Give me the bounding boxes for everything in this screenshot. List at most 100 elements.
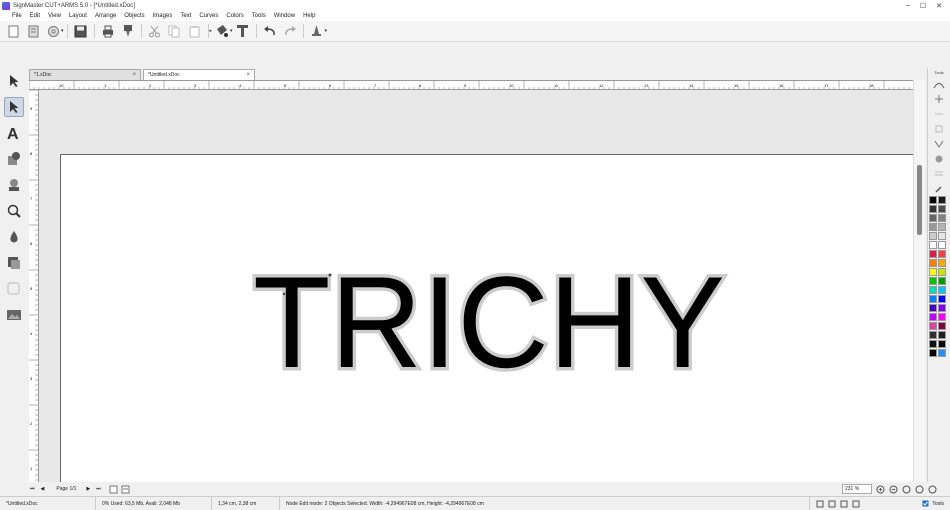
guides-icon[interactable] [840,500,848,508]
weed-tool-button[interactable] [4,253,24,273]
node-delete-button[interactable] [932,108,946,120]
text-tool-button[interactable] [235,23,251,39]
bell-dropdown-icon[interactable]: ▾ [325,28,328,34]
shapes-tool-button[interactable] [4,149,24,169]
alert-button[interactable] [309,23,325,39]
vertical-scrollbar[interactable] [913,80,925,482]
menu-colors[interactable]: Colors [226,13,243,19]
menu-edit[interactable]: Edit [30,13,40,19]
color-swatch[interactable] [929,295,937,303]
color-swatch[interactable] [938,232,946,240]
vertical-scroll-thumb[interactable] [917,165,922,235]
color-swatch[interactable] [938,268,946,276]
smooth-node-button[interactable] [932,123,946,135]
tools-toggle[interactable]: Tools [916,497,950,510]
open-button[interactable] [45,23,61,39]
zoom-page-icon[interactable] [915,485,924,494]
selection-node[interactable] [328,273,332,277]
zoom-selection-icon[interactable] [928,485,937,494]
color-swatch[interactable] [929,259,937,267]
zoom-tool-button[interactable] [4,201,24,221]
color-swatch[interactable] [929,223,937,231]
cut-output-button[interactable] [120,23,136,39]
trichy-text-object[interactable]: TRICHY [250,246,729,399]
color-swatch[interactable] [929,277,937,285]
minimize-button[interactable]: – [906,2,910,10]
fill-button[interactable] [214,23,230,39]
node-add-button[interactable] [932,93,946,105]
color-swatch[interactable] [938,214,946,222]
add-page-icon[interactable] [109,485,118,494]
color-swatch[interactable] [929,340,937,348]
save-button[interactable] [73,23,89,39]
menu-images[interactable]: Images [153,13,173,19]
menu-help[interactable]: Help [303,13,315,19]
color-swatch[interactable] [938,313,946,321]
color-swatch[interactable] [929,322,937,330]
color-swatch[interactable] [929,214,937,222]
color-swatch[interactable] [929,331,937,339]
color-swatch[interactable] [938,205,946,213]
grid-icon[interactable] [828,500,836,508]
cut-button[interactable] [147,23,163,39]
maximize-button[interactable]: ☐ [920,2,926,10]
first-page-button[interactable]: ⏮ [30,486,35,492]
color-swatch[interactable] [938,277,946,285]
color-swatch[interactable] [938,223,946,231]
color-swatch[interactable] [938,286,946,294]
open-dropdown-icon[interactable]: ▾ [61,28,64,34]
new-file-button[interactable] [5,23,21,39]
color-swatch[interactable] [929,304,937,312]
print-button[interactable] [100,23,116,39]
menu-curves[interactable]: Curves [199,13,218,19]
dropper-button[interactable] [932,183,946,195]
redo-button[interactable] [282,23,298,39]
zoom-fit-icon[interactable] [902,485,911,494]
color-swatch[interactable] [929,250,937,258]
color-swatch[interactable] [929,196,937,204]
color-swatch[interactable] [938,304,946,312]
color-swatch[interactable] [929,241,937,249]
zoom-in-icon[interactable] [876,485,885,494]
design-tool-button[interactable] [4,175,24,195]
tab-close-icon[interactable]: × [126,72,136,78]
bezier-tool-button[interactable] [932,78,946,90]
menu-text[interactable]: Text [180,13,191,19]
color-swatch[interactable] [929,205,937,213]
drawing-canvas[interactable]: TRICHY [39,90,913,482]
color-swatch[interactable] [938,295,946,303]
tab-1-xdoc[interactable]: *1.xDoc × [29,69,141,80]
select-tool-button[interactable] [4,71,24,91]
menu-view[interactable]: View [48,13,61,19]
color-swatch[interactable] [938,250,946,258]
color-swatch[interactable] [938,340,946,348]
node-edit-tool-button[interactable] [3,97,24,117]
new-template-button[interactable] [25,23,41,39]
image-tool-button[interactable] [4,305,24,325]
color-swatch[interactable] [938,349,946,357]
contour-tool-button[interactable] [4,279,24,299]
fill-dropdown-icon[interactable]: ▾ [230,28,233,34]
snap-icon[interactable] [816,500,824,508]
fill-tool-button[interactable] [4,227,24,247]
undo-button[interactable] [262,23,278,39]
close-button[interactable]: ✕ [936,2,942,10]
color-swatch[interactable] [938,241,946,249]
copy-button[interactable] [167,23,183,39]
cusp-node-button[interactable] [932,138,946,150]
color-swatch[interactable] [938,259,946,267]
color-swatch[interactable] [938,331,946,339]
zoom-out-icon[interactable] [889,485,898,494]
selection-node[interactable] [282,292,286,296]
color-swatch[interactable] [929,268,937,276]
text-tool-button-left[interactable]: A [4,123,24,143]
page-list-icon[interactable] [121,485,130,494]
arrow-dropdown-icon[interactable]: ▸ [210,28,213,34]
zoom-level-field[interactable]: 231 % [842,484,872,494]
outline-icon[interactable] [852,500,860,508]
tab-close-icon[interactable]: × [240,72,250,78]
menu-arrange[interactable]: Arrange [95,13,116,19]
next-page-button[interactable]: ▶ [86,486,90,492]
menu-layout[interactable]: Layout [69,13,87,19]
color-swatch[interactable] [929,313,937,321]
